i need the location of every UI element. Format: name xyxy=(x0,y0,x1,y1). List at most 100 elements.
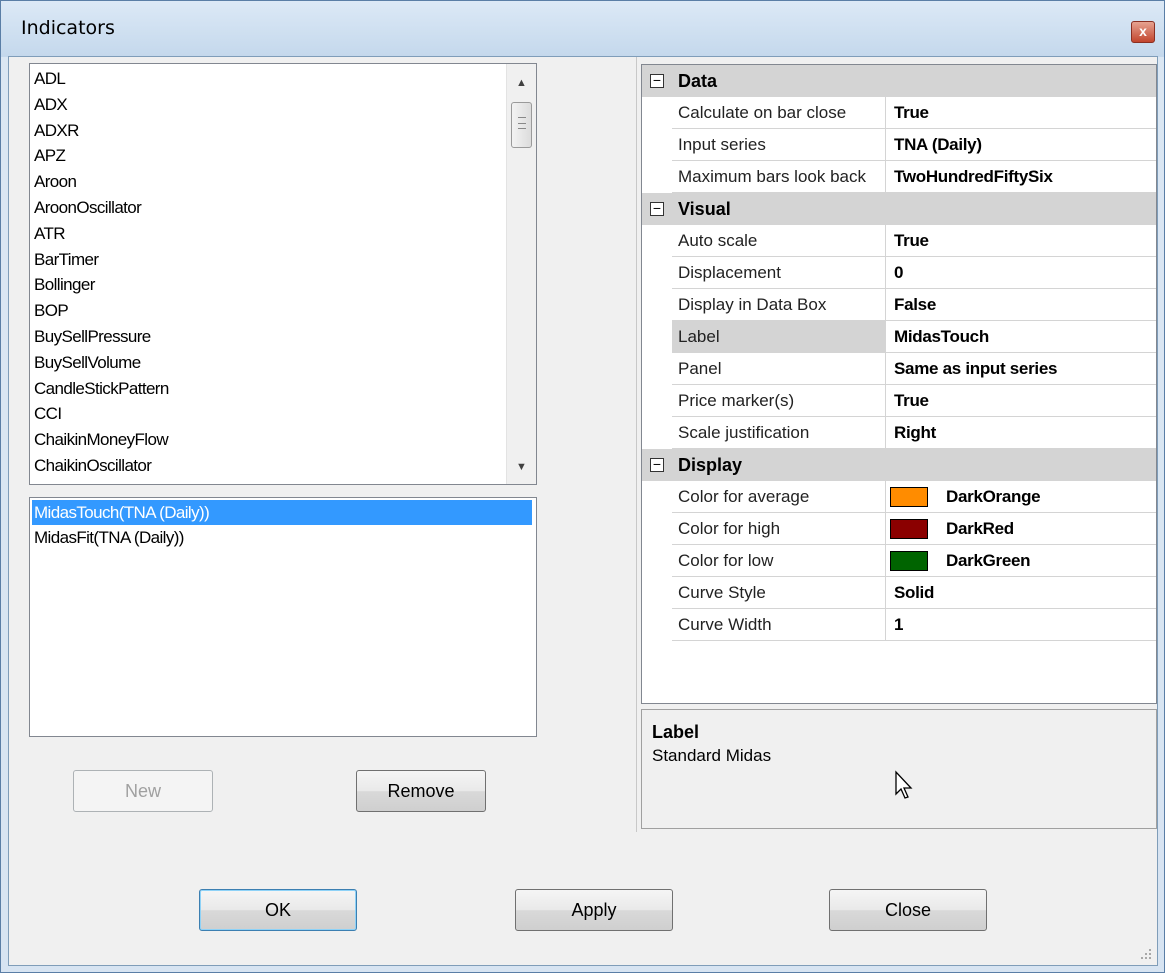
property-name[interactable]: Display in Data Box xyxy=(672,289,886,320)
new-button[interactable]: New xyxy=(73,770,213,812)
property-row[interactable]: Label MidasTouch xyxy=(672,321,1156,353)
property-row[interactable]: Maximum bars look back TwoHundredFiftySix xyxy=(672,161,1156,193)
property-row[interactable]: Color for high DarkRed xyxy=(672,513,1156,545)
indicator-list-item[interactable]: Bollinger xyxy=(34,272,95,297)
property-name[interactable]: Color for high xyxy=(672,513,886,544)
description-title: Label xyxy=(652,722,700,742)
left-pane: ADL ADX ADXR APZ Aroon AroonOscillator ATR BarT… xyxy=(17,57,637,832)
property-row[interactable]: Scale justification Right xyxy=(672,417,1156,449)
property-value[interactable]: DarkOrange xyxy=(888,481,1156,512)
indicator-list-item[interactable]: CCI xyxy=(34,401,62,426)
property-row[interactable]: Calculate on bar close True xyxy=(672,97,1156,129)
applied-indicators-list[interactable]: MidasTouch(TNA (Daily)) MidasFit(TNA (Dai… xyxy=(29,497,537,737)
indicators-dialog: Indicators x ADL ADX ADXR APZ Aroon AroonOsci… xyxy=(0,0,1165,973)
property-name[interactable]: Displacement xyxy=(672,257,886,288)
indicator-list-item[interactable]: ADL xyxy=(34,66,66,91)
property-value[interactable]: TNA (Daily) xyxy=(888,129,1156,160)
property-value[interactable]: 0 xyxy=(888,257,1156,288)
indicator-list[interactable]: ADL ADX ADXR APZ Aroon AroonOscillator ATR BarT… xyxy=(29,63,537,485)
indicator-list-item[interactable]: BOP xyxy=(34,298,69,323)
property-value[interactable]: True xyxy=(888,385,1156,416)
indicator-list-item[interactable]: ChaikinOscillator xyxy=(34,453,152,478)
indicator-list-item[interactable]: APZ xyxy=(34,143,66,168)
property-value[interactable]: Right xyxy=(888,417,1156,448)
property-row[interactable]: Display in Data Box False xyxy=(672,289,1156,321)
indicator-list-item[interactable]: ATR xyxy=(34,221,66,246)
property-row[interactable]: Color for low DarkGreen xyxy=(672,545,1156,577)
scroll-down-arrow-icon[interactable]: ▼ xyxy=(507,452,536,482)
category-visual[interactable]: − Visual xyxy=(642,193,1156,225)
close-button[interactable]: Close xyxy=(829,889,987,931)
property-grid[interactable]: − Data Calculate on bar close True Input ser… xyxy=(641,64,1157,704)
color-name: DarkRed xyxy=(946,519,1014,538)
property-name[interactable]: Calculate on bar close xyxy=(672,97,886,128)
property-value[interactable]: MidasTouch xyxy=(888,321,1156,352)
color-name: DarkOrange xyxy=(946,487,1041,506)
indicator-list-item[interactable]: BarTimer xyxy=(34,247,99,272)
property-name[interactable]: Panel xyxy=(672,353,886,384)
indicator-list-item[interactable]: Aroon xyxy=(34,169,77,194)
category-data[interactable]: − Data xyxy=(642,65,1156,97)
indicator-list-item[interactable]: AroonOscillator xyxy=(34,195,142,220)
property-name[interactable]: Curve Style xyxy=(672,577,886,608)
color-swatch xyxy=(890,551,928,571)
property-row[interactable]: Color for average DarkOrange xyxy=(672,481,1156,513)
window-close-icon[interactable]: x xyxy=(1131,21,1155,43)
applied-indicator-item[interactable]: MidasFit(TNA (Daily)) xyxy=(32,525,532,550)
category-label: Visual xyxy=(678,199,731,219)
title-bar[interactable]: Indicators x xyxy=(1,1,1164,57)
property-name[interactable]: Color for average xyxy=(672,481,886,512)
indicator-list-item[interactable]: BuySellPressure xyxy=(34,324,151,349)
property-name[interactable]: Price marker(s) xyxy=(672,385,886,416)
property-row[interactable]: Curve Width 1 xyxy=(672,609,1156,641)
property-name[interactable]: Curve Width xyxy=(672,609,886,640)
property-name[interactable]: Color for low xyxy=(672,545,886,576)
property-value[interactable]: DarkGreen xyxy=(888,545,1156,576)
property-value[interactable]: False xyxy=(888,289,1156,320)
property-name[interactable]: Auto scale xyxy=(672,225,886,256)
description-text: Standard Midas xyxy=(652,746,772,765)
indicator-list-item[interactable]: CandleStickPattern xyxy=(34,376,169,401)
color-swatch xyxy=(890,487,928,507)
property-row[interactable]: Curve Style Solid xyxy=(672,577,1156,609)
applied-indicator-item[interactable]: MidasTouch(TNA (Daily)) xyxy=(32,500,532,525)
property-row[interactable]: Panel Same as input series xyxy=(672,353,1156,385)
category-label: Display xyxy=(678,455,743,475)
property-name[interactable]: Input series xyxy=(672,129,886,160)
collapse-icon[interactable]: − xyxy=(650,73,664,88)
indicator-list-item[interactable]: BuySellVolume xyxy=(34,350,141,375)
collapse-icon[interactable]: − xyxy=(650,457,664,472)
property-name[interactable]: Scale justification xyxy=(672,417,886,448)
scroll-up-arrow-icon[interactable]: ▲ xyxy=(507,68,536,98)
color-swatch xyxy=(890,519,928,539)
scroll-thumb[interactable] xyxy=(511,102,532,148)
category-display[interactable]: − Display xyxy=(642,449,1156,481)
window-title: Indicators xyxy=(21,17,115,39)
resize-grip-icon[interactable] xyxy=(1137,945,1153,961)
color-name: DarkGreen xyxy=(946,551,1031,570)
property-value[interactable]: True xyxy=(888,97,1156,128)
property-value[interactable]: Solid xyxy=(888,577,1156,608)
property-row[interactable]: Input series TNA (Daily) xyxy=(672,129,1156,161)
collapse-icon[interactable]: − xyxy=(650,201,664,216)
indicator-list-item[interactable]: ADXR xyxy=(34,118,79,143)
property-name[interactable]: Maximum bars look back xyxy=(672,161,886,192)
property-description-panel: Label Standard Midas xyxy=(641,709,1157,829)
apply-button[interactable]: Apply xyxy=(515,889,673,931)
property-value[interactable]: 1 xyxy=(888,609,1156,640)
property-row[interactable]: Price marker(s) True xyxy=(672,385,1156,417)
indicator-list-scrollbar[interactable]: ▲ ▼ xyxy=(506,64,536,484)
remove-button[interactable]: Remove xyxy=(356,770,486,812)
category-label: Data xyxy=(678,71,718,91)
property-row[interactable]: Displacement 0 xyxy=(672,257,1156,289)
ok-button[interactable]: OK xyxy=(199,889,357,931)
indicator-list-item[interactable]: ADX xyxy=(34,92,68,117)
property-value[interactable]: Same as input series xyxy=(888,353,1156,384)
property-name[interactable]: Label xyxy=(672,321,886,352)
property-value[interactable]: True xyxy=(888,225,1156,256)
property-value[interactable]: DarkRed xyxy=(888,513,1156,544)
dialog-client-area: ADL ADX ADXR APZ Aroon AroonOscillator ATR BarT… xyxy=(8,56,1158,966)
indicator-list-item[interactable]: ChaikinMoneyFlow xyxy=(34,427,169,452)
property-row[interactable]: Auto scale True xyxy=(672,225,1156,257)
property-value[interactable]: TwoHundredFiftySix xyxy=(888,161,1156,192)
